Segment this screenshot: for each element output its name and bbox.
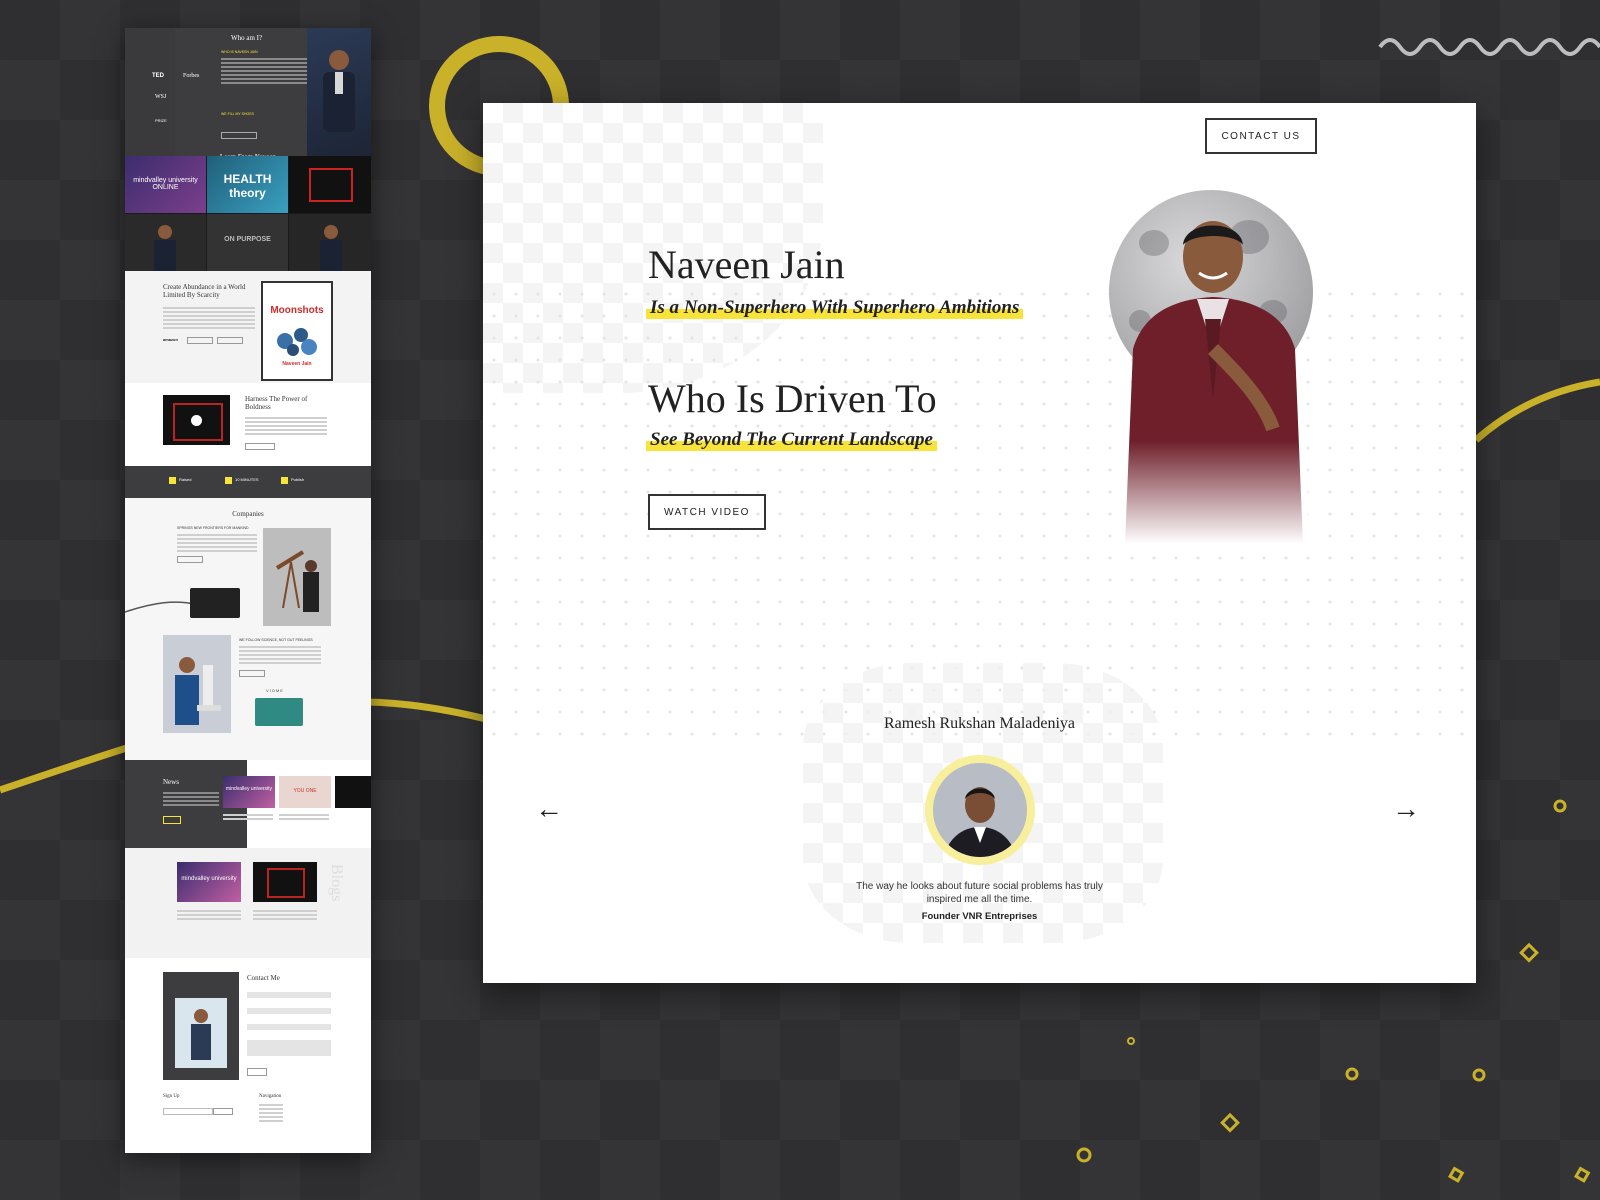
laptop-image: [190, 588, 240, 618]
publish-icon: [281, 477, 288, 484]
news-card[interactable]: mindvalley university: [223, 776, 275, 808]
submit-button[interactable]: [247, 1068, 267, 1076]
hero-tagline-1: Is a Non-Superhero With Superhero Ambiti…: [646, 297, 1024, 319]
companies-title: Companies: [232, 510, 264, 518]
blogs-section: Blogs mindvalley university: [125, 848, 371, 958]
news-card[interactable]: YOU ONE: [279, 776, 331, 808]
learn-tile[interactable]: ON PURPOSE: [207, 214, 288, 271]
contact-section: Contact Me Sign Up Navigation: [125, 958, 371, 1153]
learn-tile[interactable]: HEALTH theory: [207, 156, 288, 213]
news-section: News mindvalley university YOU ONE: [125, 760, 371, 848]
learn-more-button[interactable]: [245, 443, 275, 450]
video-thumbnail[interactable]: [163, 395, 230, 445]
stat-label: 10 MINUTES: [235, 477, 259, 482]
about-sub2: WE FILL MY SHOES: [221, 112, 254, 116]
learn-tile[interactable]: [125, 214, 206, 271]
companies-sub2: WE FOLLOW SCIENCE, NOT GUT FEELINGS: [239, 638, 313, 642]
contact-us-button[interactable]: CONTACT US: [1205, 118, 1317, 154]
boldness-section: Harness The Power of Boldness: [125, 383, 371, 466]
learn-more-button[interactable]: [177, 556, 203, 563]
hero-tagline-2: See Beyond The Current Landscape: [646, 429, 937, 451]
companies-section: Companies SPRINGS NEW FRONTIERS FOR MANK…: [125, 498, 371, 760]
book-title: Create Abundance in a World Limited By S…: [163, 283, 246, 299]
testimonial-quote-line1: The way he looks about future social pro…: [856, 881, 1103, 892]
about-title: Who am I?: [231, 34, 263, 42]
stats-bar: Raised 10 MINUTES Publish: [125, 466, 371, 498]
phone-field[interactable]: [247, 1024, 331, 1030]
blogs-title: Blogs: [328, 864, 345, 902]
read-button[interactable]: [217, 337, 243, 344]
news-card[interactable]: [335, 776, 371, 808]
arrow-right-icon[interactable]: →: [1392, 795, 1420, 823]
viome-logo: VIOME: [266, 688, 284, 693]
testimonial-avatar: [925, 755, 1035, 865]
signup-email-input[interactable]: [163, 1108, 213, 1115]
learn-tile[interactable]: mindvalley university ONLINE: [125, 156, 206, 213]
hero-name: Naveen Jain: [648, 242, 845, 287]
bold-title: Harness The Power of Boldness: [245, 395, 308, 411]
raised-icon: [169, 477, 176, 484]
timer-icon: [225, 477, 232, 484]
signup-button[interactable]: [213, 1108, 233, 1115]
about-section: TED Forbes WSJ PRIZE Who am I? WHO IS NA…: [125, 28, 371, 156]
learn-tile[interactable]: [289, 156, 371, 213]
email-field[interactable]: [247, 1008, 331, 1014]
logo-wsj: WSJ: [155, 94, 167, 100]
watch-video-button[interactable]: WATCH VIDEO: [648, 494, 766, 530]
stat-label: Publish: [291, 477, 305, 482]
companies-sub1: SPRINGS NEW FRONTIERS FOR MANKIND: [177, 526, 249, 530]
learn-tile[interactable]: [289, 214, 371, 271]
stat-label: Raised: [179, 477, 192, 482]
blog-card[interactable]: mindvalley university: [177, 862, 241, 902]
learn-more-button[interactable]: [239, 670, 265, 677]
testimonial-quote-line2: inspired me all the time.: [926, 894, 1033, 905]
telescope-photo: [263, 528, 331, 626]
learn-section: Learn From Naveen mindvalley university …: [125, 153, 371, 271]
amazon-logo: amazon: [163, 337, 178, 342]
contact-photo-card: [163, 972, 239, 1080]
viome-device: [255, 698, 303, 726]
microscope-photo: [163, 635, 231, 733]
full-page-preview: TED Forbes WSJ PRIZE Who am I? WHO IS NA…: [125, 28, 371, 1153]
naveen-portrait: [1113, 199, 1313, 544]
logo-prize: PRIZE: [155, 118, 167, 123]
arrow-left-icon[interactable]: ←: [535, 795, 563, 823]
about-sub1: WHO IS NAVEEN JAIN: [221, 50, 258, 54]
book-cover: Moonshots Naveen Jain: [261, 281, 333, 381]
hero-screen: CONTACT US Naveen Jain Is a Non-Superher…: [483, 103, 1476, 983]
logo-forbes: Forbes: [183, 73, 200, 79]
blog-card[interactable]: [253, 862, 317, 902]
news-pager[interactable]: [163, 816, 181, 824]
logo-ted: TED: [152, 73, 164, 79]
buy-button[interactable]: [187, 337, 213, 344]
message-field[interactable]: [247, 1040, 331, 1056]
signup-title: Sign Up: [163, 1094, 180, 1099]
book-section: Create Abundance in a World Limited By S…: [125, 271, 371, 383]
testimonial-role: Founder VNR Entreprises: [921, 911, 1038, 922]
contact-title: Contact Me: [247, 974, 280, 982]
nav-title: Navigation: [259, 1094, 282, 1099]
testimonial-name: Ramesh Rukshan Maladeniya: [883, 715, 1076, 732]
about-photo: [307, 28, 371, 156]
hero-title-2: Who Is Driven To: [648, 376, 937, 421]
news-title: News: [163, 778, 179, 786]
name-field[interactable]: [247, 992, 331, 998]
